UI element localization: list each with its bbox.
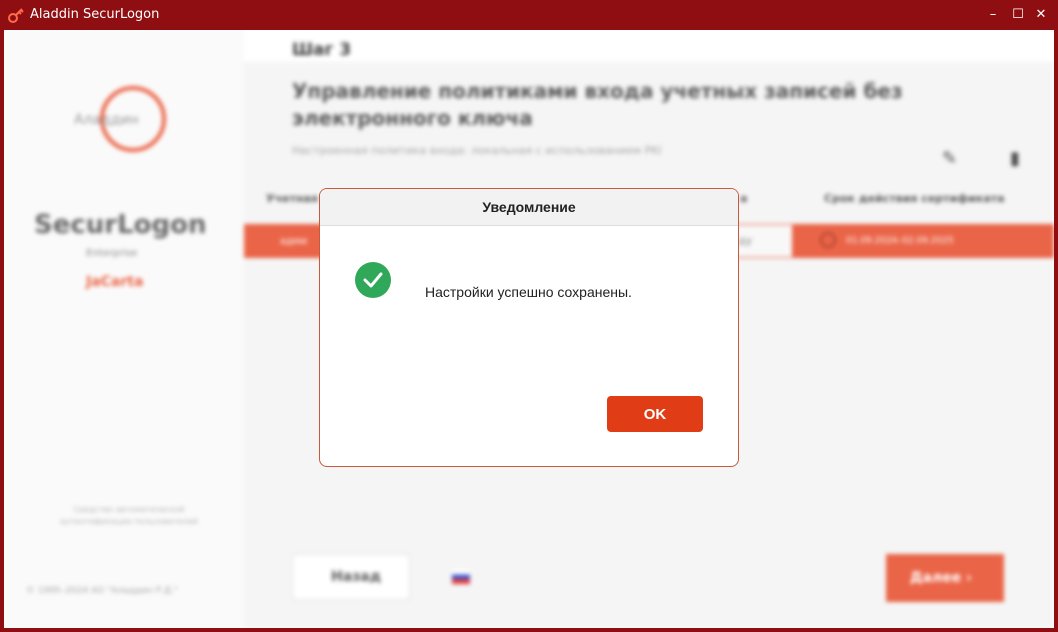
dialog-message: Настройки успешно сохранены. bbox=[425, 284, 632, 300]
content-area: Аладдин SecurLogon Enterprise JaCarta Ср… bbox=[4, 30, 1054, 628]
window-title: Aladdin SecurLogon bbox=[30, 7, 160, 22]
app-key-icon bbox=[8, 8, 24, 23]
close-button[interactable]: ✕ bbox=[1032, 6, 1050, 24]
ok-button[interactable]: OK bbox=[607, 396, 703, 432]
app-window: Aladdin SecurLogon – ☐ ✕ Аладдин SecurLo… bbox=[0, 0, 1058, 632]
maximize-button[interactable]: ☐ bbox=[1009, 6, 1027, 24]
dialog-title: Уведомление bbox=[320, 189, 738, 226]
success-check-icon bbox=[355, 262, 391, 298]
minimize-button[interactable]: – bbox=[984, 6, 1002, 24]
title-bar: Aladdin SecurLogon – ☐ ✕ bbox=[0, 0, 1058, 30]
notification-dialog: Уведомление Настройки успешно сохранены.… bbox=[319, 188, 739, 467]
